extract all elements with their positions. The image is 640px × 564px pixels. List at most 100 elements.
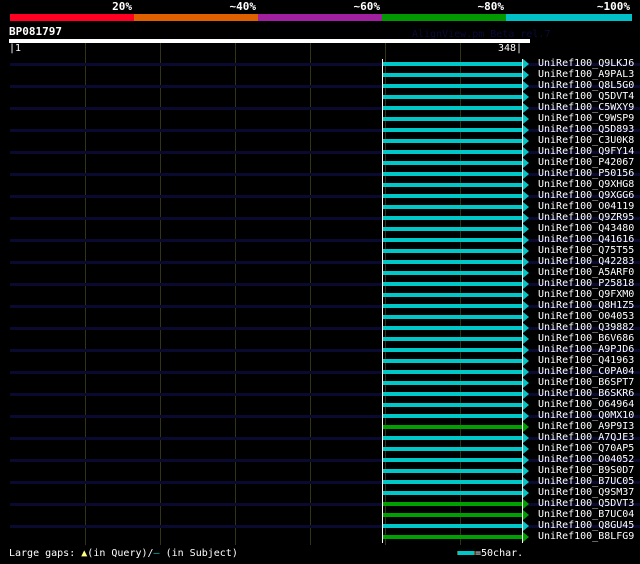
hit-bar[interactable]: [383, 205, 522, 209]
hit-bar[interactable]: [383, 117, 522, 121]
hit-label[interactable]: UniRef100_Q0MX10: [538, 410, 634, 421]
hit-label[interactable]: UniRef100_A5ARF0: [538, 267, 634, 278]
hit-bar[interactable]: [383, 73, 522, 77]
hit-bar[interactable]: [383, 183, 522, 187]
hit-bar[interactable]: [383, 436, 522, 440]
hit-bar[interactable]: [383, 260, 522, 264]
arrow-icon: [523, 235, 529, 245]
hit-label[interactable]: UniRef100_C9WSP9: [538, 113, 634, 124]
hit-label[interactable]: UniRef100_Q41963: [538, 355, 634, 366]
arrow-icon: [523, 532, 529, 542]
hit-label[interactable]: UniRef100_B7UC04: [538, 509, 634, 520]
hit-bar[interactable]: [383, 502, 522, 506]
hit-label[interactable]: UniRef100_Q41616: [538, 234, 634, 245]
hit-label[interactable]: UniRef100_A9PAL3: [538, 69, 634, 80]
hit-bar[interactable]: [383, 95, 522, 99]
hit-bar[interactable]: [383, 348, 522, 352]
hit-bar[interactable]: [383, 370, 522, 374]
hit-label[interactable]: UniRef100_Q43480: [538, 223, 634, 234]
hit-bar[interactable]: [383, 458, 522, 462]
hit-label[interactable]: UniRef100_C3U0K8: [538, 135, 634, 146]
hit-bar[interactable]: [383, 84, 522, 88]
hit-label[interactable]: UniRef100_Q5D893: [538, 124, 634, 135]
hit-label[interactable]: UniRef100_Q5DVT3: [538, 498, 634, 509]
hit-label[interactable]: UniRef100_O04052: [538, 454, 634, 465]
hit-label[interactable]: UniRef100_Q70AP5: [538, 443, 634, 454]
hit-label[interactable]: UniRef100_Q39882: [538, 322, 634, 333]
hit-bar[interactable]: [383, 315, 522, 319]
hit-bar[interactable]: [383, 425, 522, 429]
hit-label[interactable]: UniRef100_Q8GU45: [538, 520, 634, 531]
hit-label[interactable]: UniRef100_Q9LKJ6: [538, 58, 634, 69]
hit-bar[interactable]: [383, 62, 522, 66]
hit-bar[interactable]: [383, 249, 522, 253]
grid-line: [160, 43, 161, 545]
hit-bar[interactable]: [383, 403, 522, 407]
hit-bar[interactable]: [383, 337, 522, 341]
hit-label[interactable]: UniRef100_P42067: [538, 157, 634, 168]
hit-bar[interactable]: [383, 414, 522, 418]
hit-label[interactable]: UniRef100_Q9ZR95: [538, 212, 634, 223]
hit-bar[interactable]: [383, 128, 522, 132]
hit-label[interactable]: UniRef100_Q42283: [538, 256, 634, 267]
hit-label[interactable]: UniRef100_C5WXY9: [538, 102, 634, 113]
hit-label[interactable]: UniRef100_Q75T55: [538, 245, 634, 256]
hit-bar[interactable]: [383, 139, 522, 143]
hit-label[interactable]: UniRef100_A7QJE3: [538, 432, 634, 443]
arrow-icon: [523, 92, 529, 102]
hit-bar[interactable]: [383, 524, 522, 528]
hit-label[interactable]: UniRef100_O04053: [538, 311, 634, 322]
hit-bar[interactable]: [383, 381, 522, 385]
hit-bar[interactable]: [383, 535, 522, 539]
hit-label[interactable]: UniRef100_Q9FXM0: [538, 289, 634, 300]
hit-label[interactable]: UniRef100_P25818: [538, 278, 634, 289]
hit-label[interactable]: UniRef100_B6SPT7: [538, 377, 634, 388]
hit-label[interactable]: UniRef100_B9S0D7: [538, 465, 634, 476]
hit-bar[interactable]: [383, 238, 522, 242]
query-gap-label: (in Query)/: [87, 548, 154, 559]
hit-bar[interactable]: [383, 293, 522, 297]
hit-label[interactable]: UniRef100_Q9XGG6: [538, 190, 634, 201]
hit-bar[interactable]: [383, 304, 522, 308]
hit-label[interactable]: UniRef100_B8LFG9: [538, 531, 634, 542]
hit-bar[interactable]: [383, 271, 522, 275]
hit-label[interactable]: UniRef100_P50156: [538, 168, 634, 179]
hit-bar[interactable]: [383, 282, 522, 286]
hit-label[interactable]: UniRef100_O64964: [538, 399, 634, 410]
hit-label[interactable]: UniRef100_Q8L5G0: [538, 80, 634, 91]
hit-label[interactable]: UniRef100_Q9XHG8: [538, 179, 634, 190]
hit-label[interactable]: UniRef100_B7UC05: [538, 476, 634, 487]
hit-bar[interactable]: [383, 447, 522, 451]
arrow-icon: [523, 510, 529, 520]
hit-bar[interactable]: [383, 172, 522, 176]
hit-label[interactable]: UniRef100_Q9SM37: [538, 487, 634, 498]
hit-bar[interactable]: [383, 216, 522, 220]
hit-label[interactable]: UniRef100_Q9FY14: [538, 146, 634, 157]
hit-label[interactable]: UniRef100_O04119: [538, 201, 634, 212]
hit-label[interactable]: UniRef100_Q5DVT4: [538, 91, 634, 102]
hit-bar[interactable]: [383, 326, 522, 330]
hit-bar[interactable]: [383, 392, 522, 396]
hit-label[interactable]: UniRef100_B6V686: [538, 333, 634, 344]
hit-bar[interactable]: [383, 227, 522, 231]
hit-label[interactable]: UniRef100_C0PA04: [538, 366, 634, 377]
hit-label[interactable]: UniRef100_A9PJD6: [538, 344, 634, 355]
hit-bar[interactable]: [383, 161, 522, 165]
hit-bar[interactable]: [383, 480, 522, 484]
hit-bar[interactable]: [383, 491, 522, 495]
hit-bar[interactable]: [383, 150, 522, 154]
hit-bar[interactable]: [383, 469, 522, 473]
arrow-icon: [523, 257, 529, 267]
hit-bar[interactable]: [383, 513, 522, 517]
hit-label[interactable]: UniRef100_Q8H1Z5: [538, 300, 634, 311]
scale-bar-icon: [457, 551, 475, 555]
hit-bar[interactable]: [383, 194, 522, 198]
hit-label[interactable]: UniRef100_A9P9I3: [538, 421, 634, 432]
arrow-icon: [523, 81, 529, 91]
hit-bar[interactable]: [383, 359, 522, 363]
arrow-icon: [523, 290, 529, 300]
hit-label[interactable]: UniRef100_B6SKR6: [538, 388, 634, 399]
hit-bar[interactable]: [383, 106, 522, 110]
grid-line: [85, 43, 86, 545]
scale-label: =50char.: [475, 548, 524, 559]
